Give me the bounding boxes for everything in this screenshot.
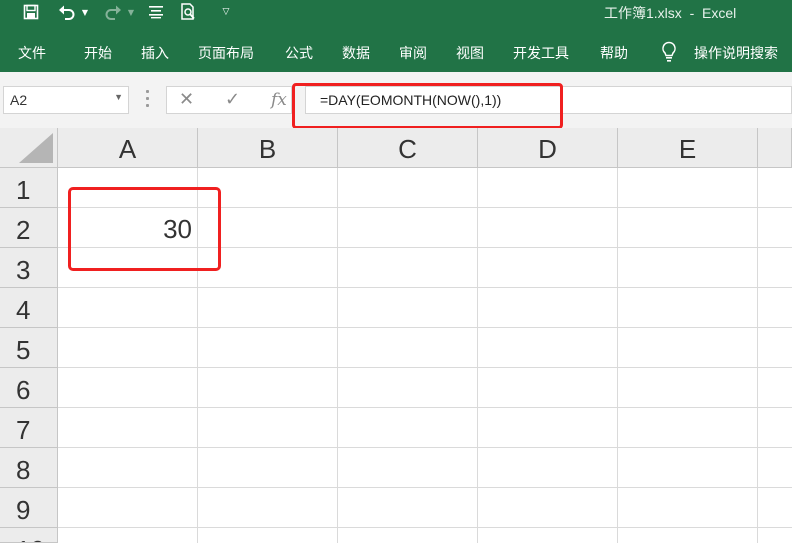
column-header-f[interactable]	[758, 128, 792, 168]
tab-insert[interactable]: 插入	[141, 43, 169, 63]
tab-help[interactable]: 帮助	[600, 43, 628, 63]
name-box[interactable]: A2 ▼	[3, 86, 129, 114]
column-header-d[interactable]: D	[478, 128, 618, 168]
row-header-5[interactable]: 5	[0, 328, 58, 368]
gridline-horizontal	[58, 527, 792, 528]
gridline-horizontal	[58, 287, 792, 288]
redo-icon[interactable]	[102, 0, 124, 24]
name-box-value: A2	[10, 92, 28, 108]
row-header-2[interactable]: 2	[0, 208, 58, 248]
customize-qat-icon[interactable]: ▽	[218, 0, 234, 24]
undo-icon[interactable]	[56, 0, 78, 24]
tab-developer[interactable]: 开发工具	[513, 43, 569, 63]
align-icon[interactable]	[145, 0, 167, 24]
undo-dropdown-icon[interactable]: ▼	[80, 0, 90, 24]
ribbon-tabs: 文件 开始 插入 页面布局 公式 数据 审阅 视图 开发工具 帮助 操作说明搜索	[0, 24, 792, 72]
row-header-3[interactable]: 3	[0, 248, 58, 288]
tab-home[interactable]: 开始	[84, 43, 112, 63]
gridline-horizontal	[58, 407, 792, 408]
redo-dropdown-icon[interactable]: ▼	[126, 0, 136, 24]
insert-function-button[interactable]: fx	[271, 90, 287, 110]
print-preview-icon[interactable]	[178, 0, 200, 24]
gridline-horizontal	[58, 327, 792, 328]
cancel-icon[interactable]: ✕	[179, 89, 194, 110]
column-header-a[interactable]: A	[58, 128, 198, 168]
tab-file[interactable]: 文件	[18, 43, 46, 63]
column-header-b[interactable]: B	[198, 128, 338, 168]
tab-review[interactable]: 审阅	[399, 43, 427, 63]
formula-bar-grip-icon[interactable]	[146, 90, 149, 110]
tab-data[interactable]: 数据	[342, 43, 370, 63]
row-header-7[interactable]: 7	[0, 408, 58, 448]
tab-view[interactable]: 视图	[456, 43, 484, 63]
lightbulb-icon[interactable]	[661, 41, 677, 63]
row-header-1[interactable]: 1	[0, 168, 58, 208]
gridline-horizontal	[58, 447, 792, 448]
row-header-6[interactable]: 6	[0, 368, 58, 408]
tell-me-search[interactable]: 操作说明搜索	[694, 43, 778, 63]
save-icon[interactable]	[20, 0, 42, 24]
column-header-e[interactable]: E	[618, 128, 758, 168]
row-header-8[interactable]: 8	[0, 448, 58, 488]
tab-formulas[interactable]: 公式	[285, 43, 313, 63]
enter-check-icon[interactable]: ✓	[225, 89, 240, 110]
name-box-dropdown-icon[interactable]: ▼	[114, 92, 123, 102]
select-all-triangle-icon	[19, 133, 53, 163]
select-all-button[interactable]	[0, 128, 58, 168]
row-header-9[interactable]: 9	[0, 488, 58, 528]
formula-buttons: ✕ ✓ fx	[166, 86, 292, 114]
window-title: 工作簿1.xlsx - Excel	[604, 5, 737, 21]
title-bar: ▼ ▼ ▽ 工作簿1.xlsx - Excel	[0, 0, 792, 24]
row-header-10[interactable]: 10	[0, 528, 58, 543]
column-header-c[interactable]: C	[338, 128, 478, 168]
cell-highlight-box	[68, 187, 221, 271]
row-header-4[interactable]: 4	[0, 288, 58, 328]
tab-page-layout[interactable]: 页面布局	[198, 43, 254, 63]
gridline-horizontal	[58, 487, 792, 488]
gridline-horizontal	[58, 367, 792, 368]
formula-highlight-box	[292, 83, 563, 129]
